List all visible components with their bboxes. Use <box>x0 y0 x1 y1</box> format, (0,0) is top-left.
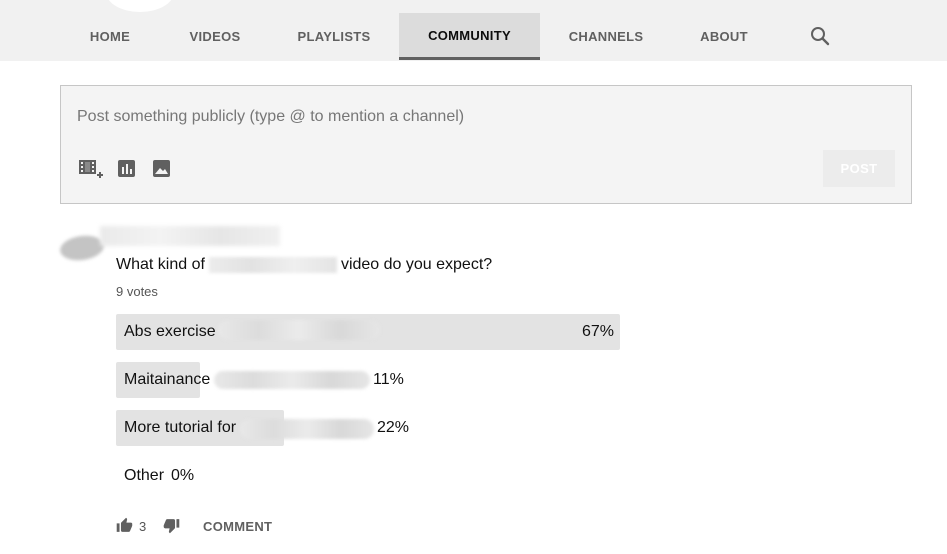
post-button[interactable]: POST <box>823 150 895 187</box>
comment-button[interactable]: COMMENT <box>203 519 272 534</box>
poll-option-percent: 0% <box>171 467 195 484</box>
redacted-text <box>218 320 380 340</box>
vote-count: 9 votes <box>116 284 158 299</box>
tab-about[interactable]: ABOUT <box>692 13 756 60</box>
post-composer: Post something publicly (type @ to menti… <box>60 85 912 204</box>
like-count: 3 <box>139 519 147 534</box>
search-icon[interactable] <box>808 24 832 48</box>
poll-option[interactable]: Other 0% <box>116 458 236 494</box>
redacted-text <box>240 419 374 439</box>
tab-playlists[interactable]: PLAYLISTS <box>290 13 378 60</box>
question-prefix: What kind of <box>116 256 205 273</box>
channel-avatar <box>106 0 174 12</box>
author-avatar[interactable] <box>58 233 106 263</box>
tab-videos[interactable]: VIDEOS <box>180 13 250 60</box>
poll-option-label: Other <box>124 467 165 484</box>
tab-home[interactable]: HOME <box>76 13 144 60</box>
poll-option[interactable]: More tutorial for 22% <box>116 410 416 446</box>
channel-nav-bar: HOME VIDEOS PLAYLISTS COMMUNITY CHANNELS… <box>0 0 947 61</box>
add-video-icon[interactable] <box>78 158 104 180</box>
poll-option-percent: 67% <box>582 323 615 340</box>
redacted-text <box>208 256 337 273</box>
poll-option[interactable]: Abs exercise 67% <box>116 314 620 350</box>
image-icon[interactable] <box>151 158 173 180</box>
poll-icon[interactable] <box>116 158 138 180</box>
poll-option-percent: 22% <box>377 419 410 436</box>
poll-option-label: Maitainance <box>124 371 211 388</box>
question-suffix: video do you expect? <box>340 256 493 273</box>
poll-option-label: More tutorial for <box>124 419 237 436</box>
poll-option[interactable]: Maitainance 11% <box>116 362 416 398</box>
poll-option-percent: 11% <box>373 371 404 388</box>
dislike-icon[interactable] <box>163 517 180 539</box>
like-icon[interactable] <box>116 517 133 539</box>
author-name-redacted <box>100 226 280 246</box>
tab-channels[interactable]: CHANNELS <box>560 13 652 60</box>
tab-community[interactable]: COMMUNITY <box>399 13 540 60</box>
poll-question: What kind of video do you expect? <box>116 256 492 274</box>
redacted-text <box>214 371 370 389</box>
post-input[interactable]: Post something publicly (type @ to menti… <box>77 108 777 126</box>
poll-option-label: Abs exercise <box>124 323 216 340</box>
